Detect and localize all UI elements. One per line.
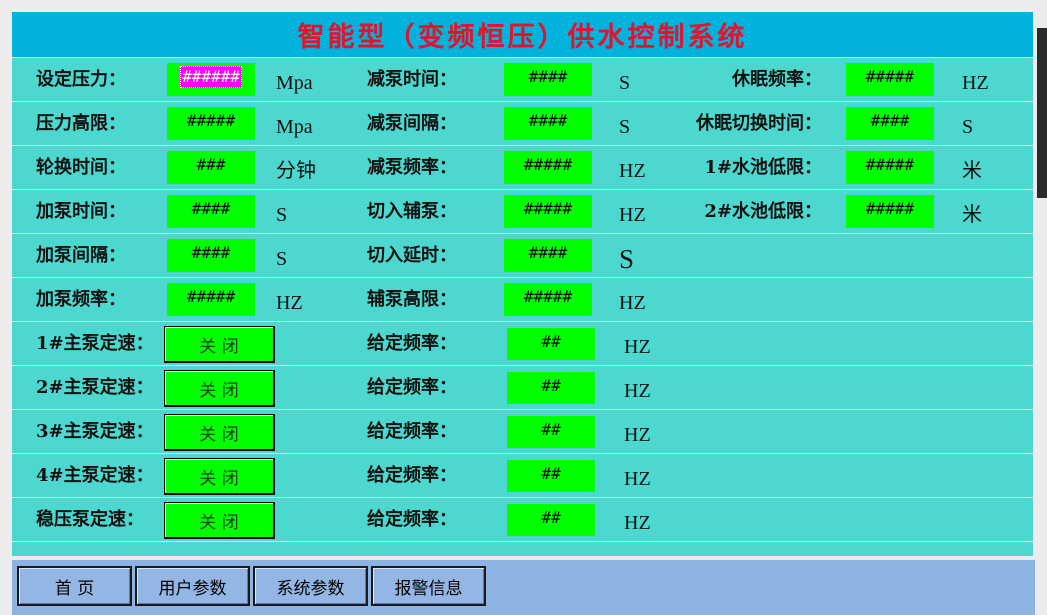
nav-system-params-button[interactable]: 系统参数 (253, 566, 368, 606)
reduce-pump-interval-field[interactable]: #### (504, 107, 592, 140)
main-pump-4-label: 4#主泵定速： (36, 465, 154, 486)
rotation-time-unit: 分钟 (276, 160, 316, 182)
sleep-switch-time-unit: S (962, 116, 974, 138)
add-pump-interval-unit: S (276, 248, 288, 270)
add-pump-time-field[interactable]: #### (167, 195, 255, 228)
reduce-pump-interval-unit: S (619, 116, 631, 138)
main-pump-4-toggle-button[interactable]: 关 闭 (164, 458, 275, 495)
main-pump-3-freq-label: 给定频率： (367, 421, 457, 442)
pump-row: 2#主泵定速： 关 闭 给定频率： ## HZ (12, 366, 1033, 410)
nav-alarm-info-button[interactable]: 报警信息 (371, 566, 486, 606)
pool1-low-limit-unit: 米 (962, 160, 982, 182)
sleep-switch-time-field[interactable]: #### (846, 107, 934, 140)
add-pump-interval-field[interactable]: #### (167, 239, 255, 272)
stabilizer-pump-freq-field[interactable]: ## (507, 504, 595, 536)
stabilizer-pump-freq-label: 给定频率： (367, 509, 457, 530)
main-pump-1-label: 1#主泵定速： (36, 333, 154, 354)
main-pump-3-toggle-button[interactable]: 关 闭 (164, 414, 275, 451)
reduce-pump-time-label: 减泵时间： (367, 69, 457, 90)
nav-home-button[interactable]: 首 页 (17, 566, 132, 606)
reduce-pump-time-field[interactable]: #### (504, 63, 592, 96)
main-pump-3-freq-field[interactable]: ## (507, 416, 595, 448)
main-pump-4-freq-label: 给定频率： (367, 465, 457, 486)
pressure-upper-limit-unit: Mpa (276, 116, 313, 138)
set-pressure-value: ###### (180, 65, 242, 88)
pool2-low-limit-unit: 米 (962, 204, 982, 226)
param-row: 加泵时间： #### S 切入辅泵： ##### HZ 2#水池低限： ####… (12, 190, 1033, 234)
param-row: 轮换时间： ### 分钟 减泵频率： ##### HZ 1#水池低限： ####… (12, 146, 1033, 190)
pool1-low-limit-label: 1#水池低限： (704, 157, 822, 178)
main-pump-3-freq-unit: HZ (624, 424, 651, 446)
pool2-low-limit-label: 2#水池低限： (704, 201, 822, 222)
add-pump-interval-label: 加泵间隔： (36, 245, 126, 266)
main-pump-4-freq-field[interactable]: ## (507, 460, 595, 492)
sleep-frequency-field[interactable]: ##### (846, 63, 934, 96)
sleep-frequency-unit: HZ (962, 72, 989, 94)
add-pump-time-label: 加泵时间： (36, 201, 126, 222)
pressure-upper-limit-field[interactable]: ##### (167, 107, 255, 140)
param-row: 压力高限： ##### Mpa 减泵间隔： #### S 休眠切换时间： ###… (12, 102, 1033, 146)
reduce-pump-interval-label: 减泵间隔： (367, 113, 457, 134)
pool2-low-limit-field[interactable]: ##### (846, 195, 934, 228)
main-pump-1-freq-label: 给定频率： (367, 333, 457, 354)
nav-user-params-button[interactable]: 用户参数 (135, 566, 250, 606)
add-pump-frequency-unit: HZ (276, 292, 303, 314)
main-pump-2-toggle-button[interactable]: 关 闭 (164, 370, 275, 407)
param-row: 设定压力： ###### Mpa 减泵时间： #### S 休眠频率： ####… (12, 58, 1033, 102)
rotation-time-label: 轮换时间： (36, 157, 126, 178)
cut-in-delay-field[interactable]: #### (504, 239, 592, 272)
main-pump-1-toggle-button[interactable]: 关 闭 (164, 326, 275, 363)
aux-pump-upper-limit-unit: HZ (619, 292, 646, 314)
adjacent-window-edge (1037, 28, 1047, 198)
aux-pump-cut-in-label: 切入辅泵： (367, 201, 457, 222)
pump-row: 3#主泵定速： 关 闭 给定频率： ## HZ (12, 410, 1033, 454)
main-pump-2-label: 2#主泵定速： (36, 377, 154, 398)
rotation-time-field[interactable]: ### (167, 151, 255, 184)
hmi-screen: 智能型（变频恒压）供水控制系统 设定压力： ###### Mpa 减泵时间： #… (0, 0, 1047, 615)
add-pump-frequency-label: 加泵频率： (36, 289, 126, 310)
title-bar: 智能型（变频恒压）供水控制系统 (12, 12, 1033, 57)
sleep-frequency-label: 休眠频率： (732, 69, 822, 90)
reduce-pump-frequency-label: 减泵频率： (367, 157, 457, 178)
reduce-pump-frequency-field[interactable]: ##### (504, 151, 592, 184)
pressure-upper-limit-label: 压力高限： (36, 113, 126, 134)
aux-pump-upper-limit-label: 辅泵高限： (367, 289, 457, 310)
cut-in-delay-unit: S (619, 244, 635, 274)
stabilizer-pump-label: 稳压泵定速： (36, 509, 144, 530)
main-pump-2-freq-label: 给定频率： (367, 377, 457, 398)
pump-row: 1#主泵定速： 关 闭 给定频率： ## HZ (12, 322, 1033, 366)
page-title: 智能型（变频恒压）供水控制系统 (297, 22, 748, 53)
reduce-pump-time-unit: S (619, 72, 631, 94)
pump-row: 稳压泵定速： 关 闭 给定频率： ## HZ (12, 498, 1033, 542)
main-pump-4-freq-unit: HZ (624, 468, 651, 490)
main-pump-1-freq-unit: HZ (624, 336, 651, 358)
stabilizer-pump-freq-unit: HZ (624, 512, 651, 534)
param-row: 加泵频率： ##### HZ 辅泵高限： ##### HZ (12, 278, 1033, 322)
pump-row: 4#主泵定速： 关 闭 给定频率： ## HZ (12, 454, 1033, 498)
set-pressure-label: 设定压力： (36, 69, 126, 90)
sleep-switch-time-label: 休眠切换时间： (696, 113, 822, 134)
pool1-low-limit-field[interactable]: ##### (846, 151, 934, 184)
bottom-nav-bar: 首 页 用户参数 系统参数 报警信息 (12, 560, 1035, 615)
main-pump-1-freq-field[interactable]: ## (507, 328, 595, 360)
set-pressure-field[interactable]: ###### (167, 63, 255, 96)
add-pump-time-unit: S (276, 204, 288, 226)
parameter-panel: 设定压力： ###### Mpa 减泵时间： #### S 休眠频率： ####… (12, 58, 1033, 556)
aux-pump-cut-in-field[interactable]: ##### (504, 195, 592, 228)
param-row: 加泵间隔： #### S 切入延时： #### S (12, 234, 1033, 278)
cut-in-delay-label: 切入延时： (367, 245, 457, 266)
add-pump-frequency-field[interactable]: ##### (167, 283, 255, 316)
main-pump-2-freq-field[interactable]: ## (507, 372, 595, 404)
main-pump-3-label: 3#主泵定速： (36, 421, 154, 442)
set-pressure-unit: Mpa (276, 72, 313, 94)
main-pump-2-freq-unit: HZ (624, 380, 651, 402)
aux-pump-upper-limit-field[interactable]: ##### (504, 283, 592, 316)
stabilizer-pump-toggle-button[interactable]: 关 闭 (164, 502, 275, 539)
